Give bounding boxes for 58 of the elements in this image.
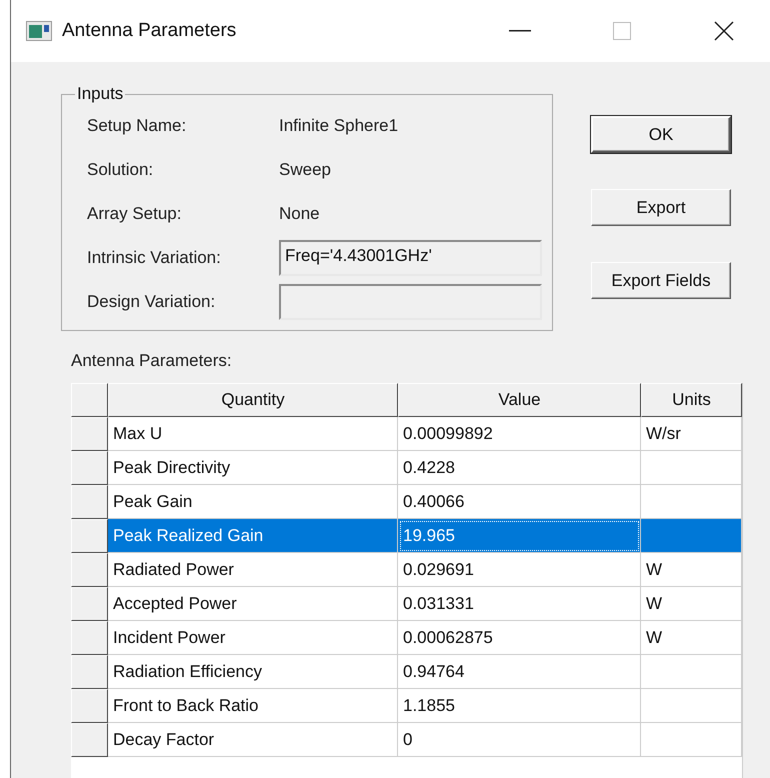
input-field[interactable]: Freq='4.43001GHz' — [279, 240, 542, 276]
table-cell: 0.031331 — [398, 587, 641, 621]
table-cell: W — [641, 587, 742, 621]
row-header[interactable] — [71, 587, 108, 621]
group-title: Inputs — [76, 84, 124, 104]
table-cell: Radiated Power — [108, 553, 398, 587]
table-cell: Max U — [108, 417, 398, 451]
field-value: Infinite Sphere1 — [279, 116, 400, 136]
table-cell: W/sr — [641, 417, 742, 451]
row-header[interactable] — [71, 417, 108, 451]
row-header[interactable] — [71, 553, 108, 587]
table-cell: W — [641, 553, 742, 587]
table-cell: 0.40066 — [398, 485, 641, 519]
table-cell: 0.029691 — [398, 553, 641, 587]
dialog-button[interactable]: Export Fields — [591, 262, 731, 299]
column-header[interactable]: Units — [641, 383, 742, 417]
row-header[interactable] — [71, 655, 108, 689]
column-header[interactable]: Quantity — [108, 383, 398, 417]
row-header[interactable] — [71, 621, 108, 655]
row-header[interactable] — [71, 485, 108, 519]
table-label: Antenna Parameters: — [71, 351, 233, 371]
table-cell: Decay Factor — [108, 723, 398, 757]
table-cell: Accepted Power — [108, 587, 398, 621]
field-label: Intrinsic Variation: — [87, 248, 222, 268]
table-cell: W — [641, 621, 742, 655]
field-value: Sweep — [279, 160, 332, 180]
window-title: Antenna Parameters — [62, 20, 238, 42]
table-cell: Peak Gain — [108, 485, 398, 519]
row-header[interactable] — [71, 723, 108, 757]
field-label: Solution: — [87, 160, 154, 180]
table-cell: Incident Power — [108, 621, 398, 655]
row-header[interactable] — [71, 689, 108, 723]
input-field[interactable] — [279, 284, 542, 320]
table-cell: 0.4228 — [398, 451, 641, 485]
minimize-icon — [509, 30, 531, 32]
table-cell: Peak Directivity — [108, 451, 398, 485]
field-label: Setup Name: — [87, 116, 188, 136]
maximize-icon — [613, 22, 631, 40]
table-cell: 0.00099892 — [398, 417, 641, 451]
close-icon — [714, 21, 734, 41]
corner-header — [71, 383, 108, 417]
table-cell: 0.00062875 — [398, 621, 641, 655]
column-header[interactable]: Value — [398, 383, 641, 417]
field-label: Array Setup: — [87, 204, 182, 224]
dialog-button[interactable]: Export — [591, 189, 731, 226]
row-header[interactable] — [71, 519, 108, 553]
app-icon — [26, 21, 52, 41]
dialog-button[interactable]: OK — [591, 116, 731, 153]
table-cell: Front to Back Ratio — [108, 689, 398, 723]
table-cell: 1.1855 — [398, 689, 641, 723]
table-cell: Radiation Efficiency — [108, 655, 398, 689]
row-header[interactable] — [71, 451, 108, 485]
field-label: Design Variation: — [87, 292, 216, 312]
table-cell: 19.965 — [398, 519, 641, 553]
field-value: None — [279, 204, 321, 224]
table-cell: Peak Realized Gain — [108, 519, 398, 553]
table-cell: 0 — [398, 723, 641, 757]
table-cell: 0.94764 — [398, 655, 641, 689]
